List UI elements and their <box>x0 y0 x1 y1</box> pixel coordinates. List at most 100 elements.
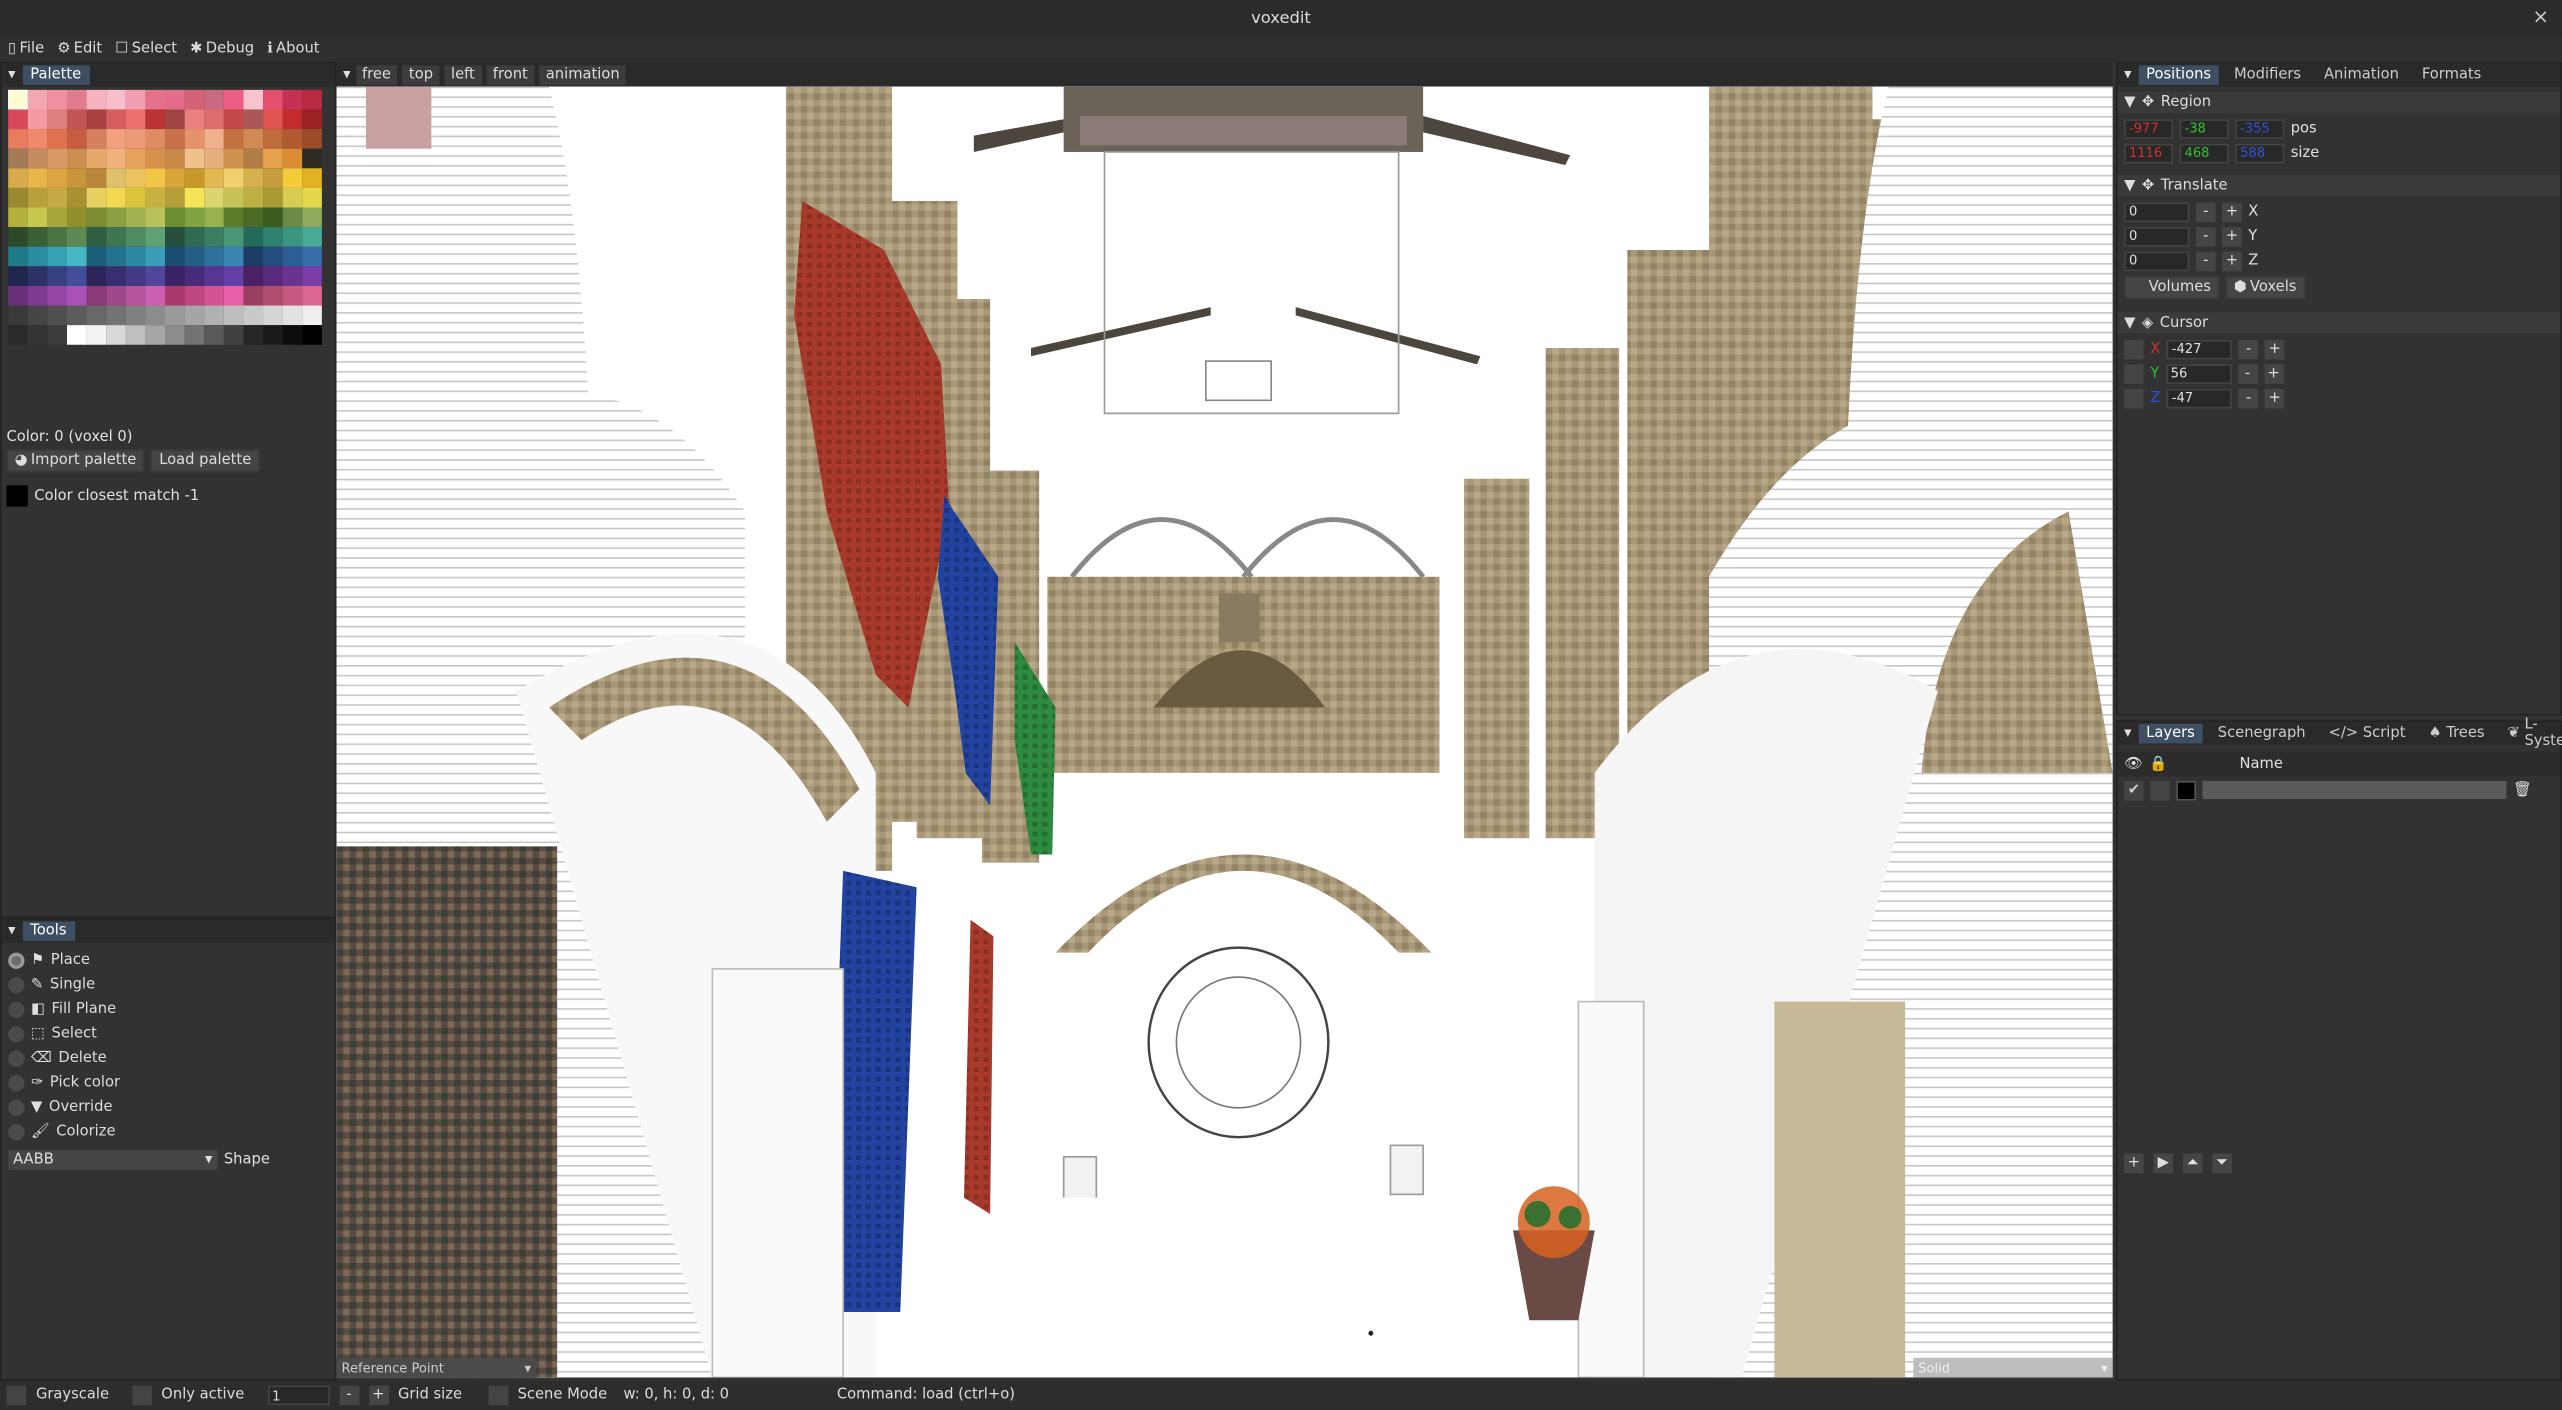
shape-select[interactable]: AABB ▾ <box>8 1149 218 1170</box>
palette-swatch[interactable] <box>302 266 322 286</box>
palette-swatch[interactable] <box>243 305 264 326</box>
palette-swatch[interactable] <box>8 109 28 130</box>
palette-swatch[interactable] <box>223 266 244 286</box>
palette-swatch[interactable] <box>223 168 244 188</box>
palette-swatch[interactable] <box>8 129 28 149</box>
palette-swatch[interactable] <box>66 148 87 169</box>
palette-swatch[interactable] <box>243 246 264 267</box>
palette-swatch[interactable] <box>66 168 87 188</box>
palette-swatch[interactable] <box>263 109 283 130</box>
region-pos-y[interactable]: -38 <box>2179 118 2229 139</box>
palette-swatch[interactable] <box>8 168 28 188</box>
palette-swatch[interactable] <box>223 129 244 149</box>
palette-swatch[interactable] <box>145 187 166 208</box>
palette-swatch[interactable] <box>86 227 107 247</box>
region-pos-z[interactable]: -355 <box>2235 118 2285 139</box>
palette-swatch[interactable] <box>106 207 126 228</box>
lock-z-checkbox[interactable] <box>2124 388 2144 408</box>
palette-swatch[interactable] <box>243 109 264 130</box>
palette-swatch[interactable] <box>8 227 28 247</box>
tool-place[interactable]: ⚑ Place <box>8 948 335 973</box>
palette-swatch[interactable] <box>106 246 126 267</box>
palette-swatch[interactable] <box>66 285 87 306</box>
palette-swatch[interactable] <box>282 148 303 169</box>
palette-swatch[interactable] <box>8 285 28 306</box>
palette-swatch[interactable] <box>86 187 107 208</box>
region-size-y[interactable]: 468 <box>2179 142 2229 163</box>
palette-swatch[interactable] <box>86 129 107 149</box>
palette-swatch[interactable] <box>86 305 107 326</box>
palette-swatch[interactable] <box>243 325 264 345</box>
palette-swatch[interactable] <box>243 129 264 149</box>
palette-swatch[interactable] <box>263 246 283 267</box>
region-pos-x[interactable]: -977 <box>2124 118 2174 139</box>
palette-swatch[interactable] <box>125 187 146 208</box>
palette-swatch[interactable] <box>27 227 48 247</box>
translate-x-input[interactable]: 0 <box>2124 201 2190 222</box>
palette-swatch[interactable] <box>8 148 28 169</box>
palette-swatch[interactable] <box>302 168 322 188</box>
palette-swatch[interactable] <box>302 129 322 149</box>
palette-swatch[interactable] <box>86 168 107 188</box>
palette-swatch[interactable] <box>184 187 205 208</box>
palette-swatch[interactable] <box>106 129 126 149</box>
radio-off[interactable] <box>8 976 25 993</box>
palette-swatch[interactable] <box>106 325 126 345</box>
menu-edit[interactable]: ⚙ Edit <box>56 36 104 62</box>
palette-swatch[interactable] <box>27 129 48 149</box>
tab-animation[interactable]: Animation <box>2316 65 2407 85</box>
palette-swatch[interactable] <box>282 109 303 130</box>
palette-swatch[interactable] <box>106 168 126 188</box>
palette-swatch[interactable] <box>145 266 166 286</box>
decrement-button[interactable]: - <box>339 1385 359 1406</box>
palette-swatch[interactable] <box>263 305 283 326</box>
decrement-button[interactable]: - <box>2237 363 2258 384</box>
palette-swatch[interactable] <box>145 207 166 228</box>
tab-lsystem[interactable]: ❦ L-System <box>2499 717 2562 750</box>
palette-swatch[interactable] <box>282 246 303 267</box>
render-mode-select[interactable]: Solid ▾ <box>1913 1357 2113 1378</box>
palette-swatch[interactable] <box>86 325 107 345</box>
palette-swatch[interactable] <box>223 187 244 208</box>
lock-x-checkbox[interactable] <box>2124 339 2144 359</box>
palette-swatch[interactable] <box>165 187 185 208</box>
palette-swatch[interactable] <box>204 305 224 326</box>
palette-swatch[interactable] <box>282 266 303 286</box>
palette-swatch[interactable] <box>204 266 224 286</box>
palette-swatch[interactable] <box>302 148 322 169</box>
palette-swatch[interactable] <box>86 89 107 110</box>
palette-swatch[interactable] <box>282 187 303 208</box>
palette-swatch[interactable] <box>47 266 67 286</box>
radio-on[interactable] <box>8 951 25 969</box>
view-free[interactable]: free <box>355 64 398 85</box>
move-down-icon[interactable]: ⏷ <box>2212 1153 2232 1174</box>
radio-off[interactable] <box>8 1098 25 1116</box>
palette-swatch[interactable] <box>223 148 244 169</box>
palette-swatch[interactable] <box>47 168 67 188</box>
palette-swatch[interactable] <box>165 246 185 267</box>
palette-swatch[interactable] <box>223 325 244 345</box>
palette-swatch[interactable] <box>27 187 48 208</box>
palette-swatch[interactable] <box>184 109 205 130</box>
tab-modifiers[interactable]: Modifiers <box>2226 65 2309 85</box>
collapse-icon[interactable]: ▾ <box>8 67 15 83</box>
palette-swatch[interactable] <box>165 266 185 286</box>
palette-swatch[interactable] <box>184 285 205 306</box>
palette-swatch[interactable] <box>282 168 303 188</box>
collapse-icon[interactable]: ▾ <box>8 923 15 939</box>
palette-swatch[interactable] <box>145 129 166 149</box>
palette-swatch[interactable] <box>8 305 28 326</box>
palette-swatch[interactable] <box>8 187 28 208</box>
grayscale-checkbox[interactable] <box>6 1385 27 1406</box>
palette-swatch[interactable] <box>204 285 224 306</box>
palette-swatch[interactable] <box>106 285 126 306</box>
palette-swatch[interactable] <box>145 148 166 169</box>
palette-swatch[interactable] <box>223 246 244 267</box>
menu-file[interactable]: ▯ File <box>7 36 46 62</box>
translate-header[interactable]: ▼ ✥ Translate <box>2117 174 2561 197</box>
palette-swatch[interactable] <box>66 129 87 149</box>
palette-swatch[interactable] <box>263 227 283 247</box>
palette-swatch[interactable] <box>184 129 205 149</box>
palette-swatch[interactable] <box>47 89 67 110</box>
palette-swatch[interactable] <box>125 207 146 228</box>
